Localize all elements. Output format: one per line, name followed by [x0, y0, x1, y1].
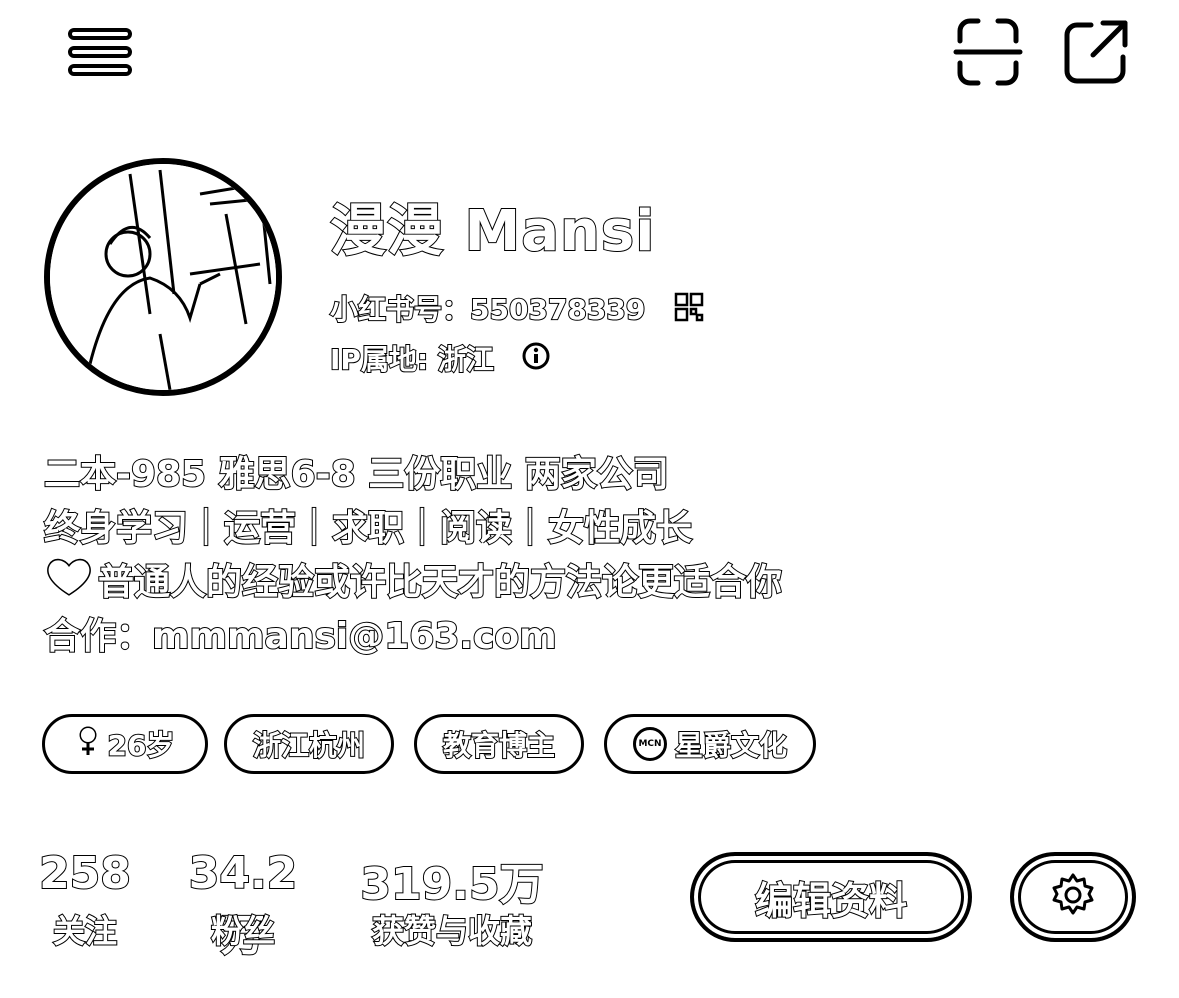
account-id-label: 小红书号：: [329, 292, 471, 327]
female-icon: [76, 725, 100, 764]
hamburger-menu-icon[interactable]: [60, 20, 140, 84]
bio-contact: 合作：mmmansi@163.com: [43, 615, 558, 658]
settings-button[interactable]: [1010, 852, 1136, 942]
account-id-row: 小红书号：550378339: [329, 288, 646, 328]
scan-icon[interactable]: [950, 16, 1026, 88]
info-icon[interactable]: [520, 340, 552, 372]
ip-location-label: IP属地:: [329, 342, 438, 377]
tag-mcn-label: 星爵文化: [674, 728, 788, 763]
likes-collections-label[interactable]: 获赞与收藏: [354, 906, 550, 952]
bio-line-1: 二本-985 雅思6-8 三份职业 两家公司: [43, 453, 670, 496]
bio-line-2: 终身学习｜运营｜求职｜阅读｜女性成长: [43, 507, 693, 550]
avatar[interactable]: [44, 158, 282, 396]
tag-category-label: 教育博主: [442, 728, 556, 763]
ip-location-value: 浙江: [437, 342, 495, 377]
account-id-value: 550378339: [469, 292, 646, 327]
likes-collections-count[interactable]: 319.5万: [354, 848, 550, 912]
heart-icon: [44, 556, 94, 614]
mcn-icon: MCN: [632, 727, 667, 761]
followers-label[interactable]: 粉丝: [168, 906, 318, 952]
edit-profile-button[interactable]: 编辑资料: [690, 852, 972, 942]
tag-mcn[interactable]: MCN 星爵文化: [604, 714, 816, 774]
tag-age[interactable]: 26岁: [42, 714, 208, 774]
qr-code-icon[interactable]: [672, 290, 706, 324]
edit-profile-label: 编辑资料: [754, 878, 908, 924]
tag-category[interactable]: 教育博主: [414, 714, 584, 774]
bio-line-3-text: 普通人的经验或许比天才的方法论更适合你: [97, 561, 783, 604]
bio-line-3: 普通人的经验或许比天才的方法论更适合你: [44, 556, 783, 614]
following-count[interactable]: 258: [38, 847, 132, 900]
profile-name: 漫漫 Mansi: [329, 198, 656, 265]
gear-icon: [1049, 871, 1097, 923]
ip-location-row: IP属地: 浙江: [329, 338, 495, 378]
following-label[interactable]: 关注: [38, 906, 132, 952]
tag-age-label: 26岁: [107, 728, 176, 763]
tag-location[interactable]: 浙江杭州: [224, 714, 394, 774]
tag-location-label: 浙江杭州: [252, 728, 366, 763]
share-icon[interactable]: [1060, 16, 1132, 88]
